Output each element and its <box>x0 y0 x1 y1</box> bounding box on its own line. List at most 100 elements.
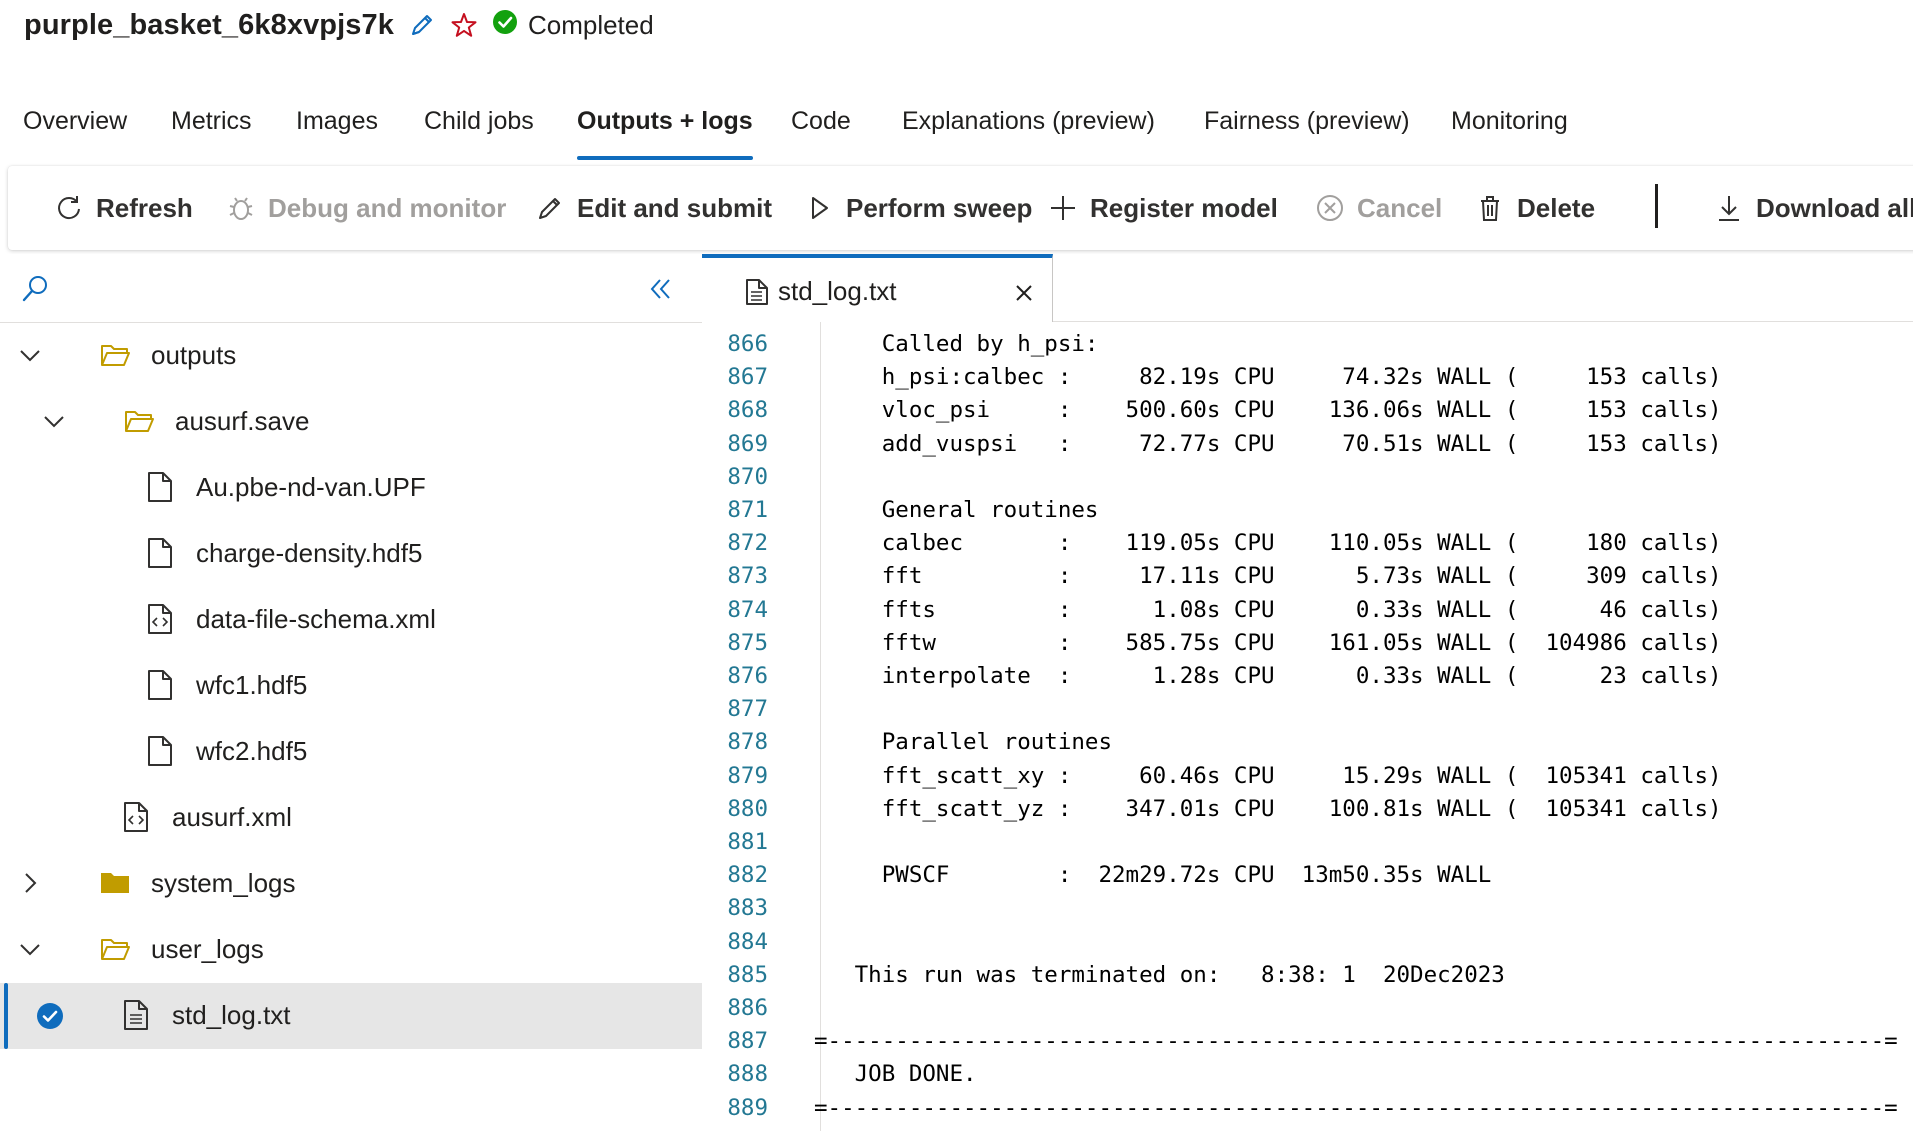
folder-icon <box>100 869 130 897</box>
close-icon[interactable] <box>1015 284 1033 302</box>
tree-item-std-log[interactable]: std_log.txt <box>0 983 702 1049</box>
perform-sweep-button[interactable]: Perform sweep <box>804 166 1032 250</box>
tab-bar: Overview Metrics Images Child jobs Outpu… <box>0 95 1913 160</box>
delete-label: Delete <box>1517 192 1596 223</box>
tree-item-label: Au.pbe-nd-van.UPF <box>196 472 426 502</box>
line-number: 879 <box>727 762 768 789</box>
tab-explanations[interactable]: Explanations (preview) <box>902 95 1155 160</box>
line-text: fft : 17.11s CPU 5.73s WALL ( 309 calls) <box>814 563 1722 590</box>
download-all-button[interactable]: Download all <box>1714 166 1913 250</box>
tab-monitoring[interactable]: Monitoring <box>1451 95 1568 160</box>
code-line: 884 <box>702 927 1913 960</box>
line-text: =---------------------------------------… <box>814 1028 1898 1055</box>
cancel-button[interactable]: Cancel <box>1315 166 1442 250</box>
tab-metrics[interactable]: Metrics <box>171 95 252 160</box>
download-icon <box>1714 193 1744 223</box>
line-text: PWSCF : 22m29.72s CPU 13m50.35s WALL <box>814 862 1492 889</box>
trash-icon <box>1475 193 1505 223</box>
file-viewer-pane: std_log.txt 865 866 Called by h_psi:867 … <box>702 254 1913 1131</box>
code-line: 886 <box>702 993 1913 1026</box>
log-viewer[interactable]: 865 866 Called by h_psi:867 h_psi:calbec… <box>702 322 1913 1131</box>
job-title: purple_basket_6k8xvpjs7k <box>24 8 394 41</box>
file-icon <box>147 669 173 701</box>
tree-item-data-file-schema[interactable]: data-file-schema.xml <box>0 587 702 653</box>
code-line: 872 calbec : 119.05s CPU 110.05s WALL ( … <box>702 528 1913 561</box>
line-number: 875 <box>727 629 768 656</box>
download-all-label: Download all <box>1756 192 1913 223</box>
chevron-down-icon[interactable] <box>18 343 42 367</box>
line-text: add_vuspsi : 72.77s CPU 70.51s WALL ( 15… <box>814 430 1722 457</box>
tab-code[interactable]: Code <box>791 95 851 160</box>
tab-overview[interactable]: Overview <box>23 95 127 160</box>
code-line: 887 =------------------------------------… <box>702 1026 1913 1059</box>
tree-item-wfc2[interactable]: wfc2.hdf5 <box>0 719 702 785</box>
bug-icon <box>226 193 256 223</box>
tree-item-au-pbe-upf[interactable]: Au.pbe-nd-van.UPF <box>0 455 702 521</box>
tree-item-ausurf-xml[interactable]: ausurf.xml <box>0 785 702 851</box>
code-line: 873 fft : 17.11s CPU 5.73s WALL ( 309 ca… <box>702 561 1913 594</box>
cancel-label: Cancel <box>1357 192 1443 223</box>
folder-open-icon <box>100 341 130 369</box>
tab-images[interactable]: Images <box>296 95 378 160</box>
pencil-icon[interactable] <box>408 11 436 39</box>
star-icon[interactable] <box>450 11 478 39</box>
code-file-icon <box>147 603 173 635</box>
code-line: 866 Called by h_psi: <box>702 329 1913 362</box>
chevron-down-icon[interactable] <box>18 937 42 961</box>
file-search-row <box>0 254 702 323</box>
line-number: 883 <box>727 895 768 922</box>
tab-outputs-logs[interactable]: Outputs + logs <box>577 95 753 160</box>
line-number: 887 <box>727 1028 768 1055</box>
line-text: h_psi:calbec : 82.19s CPU 74.32s WALL ( … <box>814 364 1722 391</box>
code-line: 881 <box>702 827 1913 860</box>
double-chevron-left-icon[interactable] <box>646 274 676 304</box>
cancel-circle-icon <box>1315 193 1345 223</box>
chevron-down-icon[interactable] <box>42 409 66 433</box>
refresh-icon <box>54 193 84 223</box>
tab-child-jobs[interactable]: Child jobs <box>424 95 534 160</box>
tree-item-ausurf-save[interactable]: ausurf.save <box>0 389 702 455</box>
refresh-button[interactable]: Refresh <box>54 166 193 250</box>
tree-item-user-logs[interactable]: user_logs <box>0 917 702 983</box>
tree-item-wfc1[interactable]: wfc1.hdf5 <box>0 653 702 719</box>
editor-tab-std-log[interactable]: std_log.txt <box>702 254 1053 322</box>
file-icon <box>147 537 173 569</box>
line-number: 886 <box>727 995 768 1021</box>
delete-button[interactable]: Delete <box>1475 166 1595 250</box>
code-line: 880 fft_scatt_yz : 347.01s CPU 100.81s W… <box>702 794 1913 827</box>
refresh-label: Refresh <box>96 192 193 223</box>
code-line: 879 fft_scatt_xy : 60.46s CPU 15.29s WAL… <box>702 761 1913 794</box>
line-text: Called by h_psi: <box>814 331 1099 357</box>
tree-item-outputs[interactable]: outputs <box>0 323 702 389</box>
chevron-right-icon[interactable] <box>18 871 42 895</box>
code-line: 888 JOB DONE. <box>702 1059 1913 1092</box>
folder-open-icon <box>124 407 154 435</box>
tree-item-charge-density[interactable]: charge-density.hdf5 <box>0 521 702 587</box>
line-text: fft_scatt_xy : 60.46s CPU 15.29s WALL ( … <box>814 762 1722 789</box>
line-number: 877 <box>727 696 768 723</box>
tab-fairness[interactable]: Fairness (preview) <box>1204 95 1410 160</box>
line-text: ffts : 1.08s CPU 0.33s WALL ( 46 calls) <box>814 596 1722 623</box>
code-line: 867 h_psi:calbec : 82.19s CPU 74.32s WAL… <box>702 362 1913 395</box>
register-model-button[interactable]: Register model <box>1048 166 1278 250</box>
code-file-icon <box>123 801 149 833</box>
edit-submit-button[interactable]: Edit and submit <box>535 166 772 250</box>
tree-item-label: data-file-schema.xml <box>196 604 436 634</box>
code-line: 865 <box>702 322 1913 329</box>
line-number: 867 <box>727 364 768 391</box>
checkmark-circle-icon[interactable] <box>36 1002 64 1030</box>
register-model-label: Register model <box>1090 192 1278 223</box>
line-number: 872 <box>727 530 768 557</box>
code-line: 869 add_vuspsi : 72.77s CPU 70.51s WALL … <box>702 429 1913 462</box>
folder-open-icon <box>100 935 130 963</box>
tree-item-system-logs[interactable]: system_logs <box>0 851 702 917</box>
search-icon[interactable] <box>20 274 50 304</box>
line-number: 885 <box>727 961 768 988</box>
line-text: This run was terminated on: 8:38: 1 20De… <box>814 961 1505 988</box>
line-number: 876 <box>727 663 768 689</box>
line-number: 881 <box>727 829 768 855</box>
code-line: 870 <box>702 462 1913 495</box>
line-text: fftw : 585.75s CPU 161.05s WALL ( 104986… <box>814 629 1722 656</box>
debug-monitor-button[interactable]: Debug and monitor <box>226 166 506 250</box>
line-text: Parallel routines <box>814 729 1113 756</box>
